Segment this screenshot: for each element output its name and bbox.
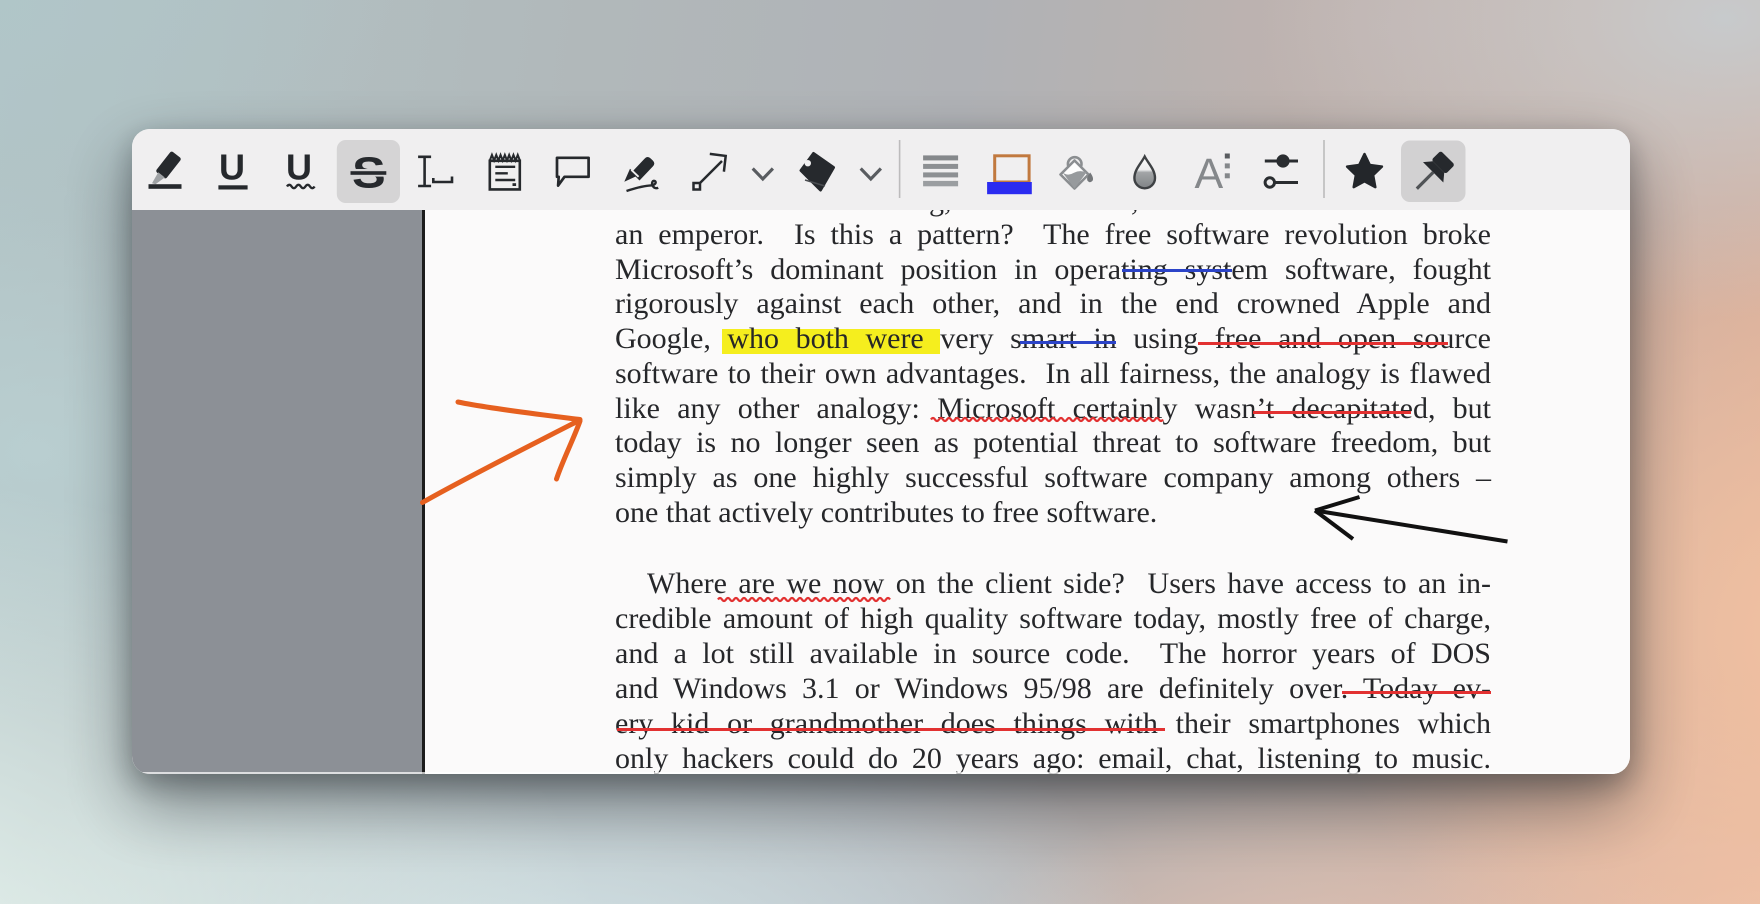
svg-text:U: U <box>286 146 312 187</box>
svg-text:U: U <box>219 146 245 187</box>
svg-text:A: A <box>1195 150 1224 198</box>
